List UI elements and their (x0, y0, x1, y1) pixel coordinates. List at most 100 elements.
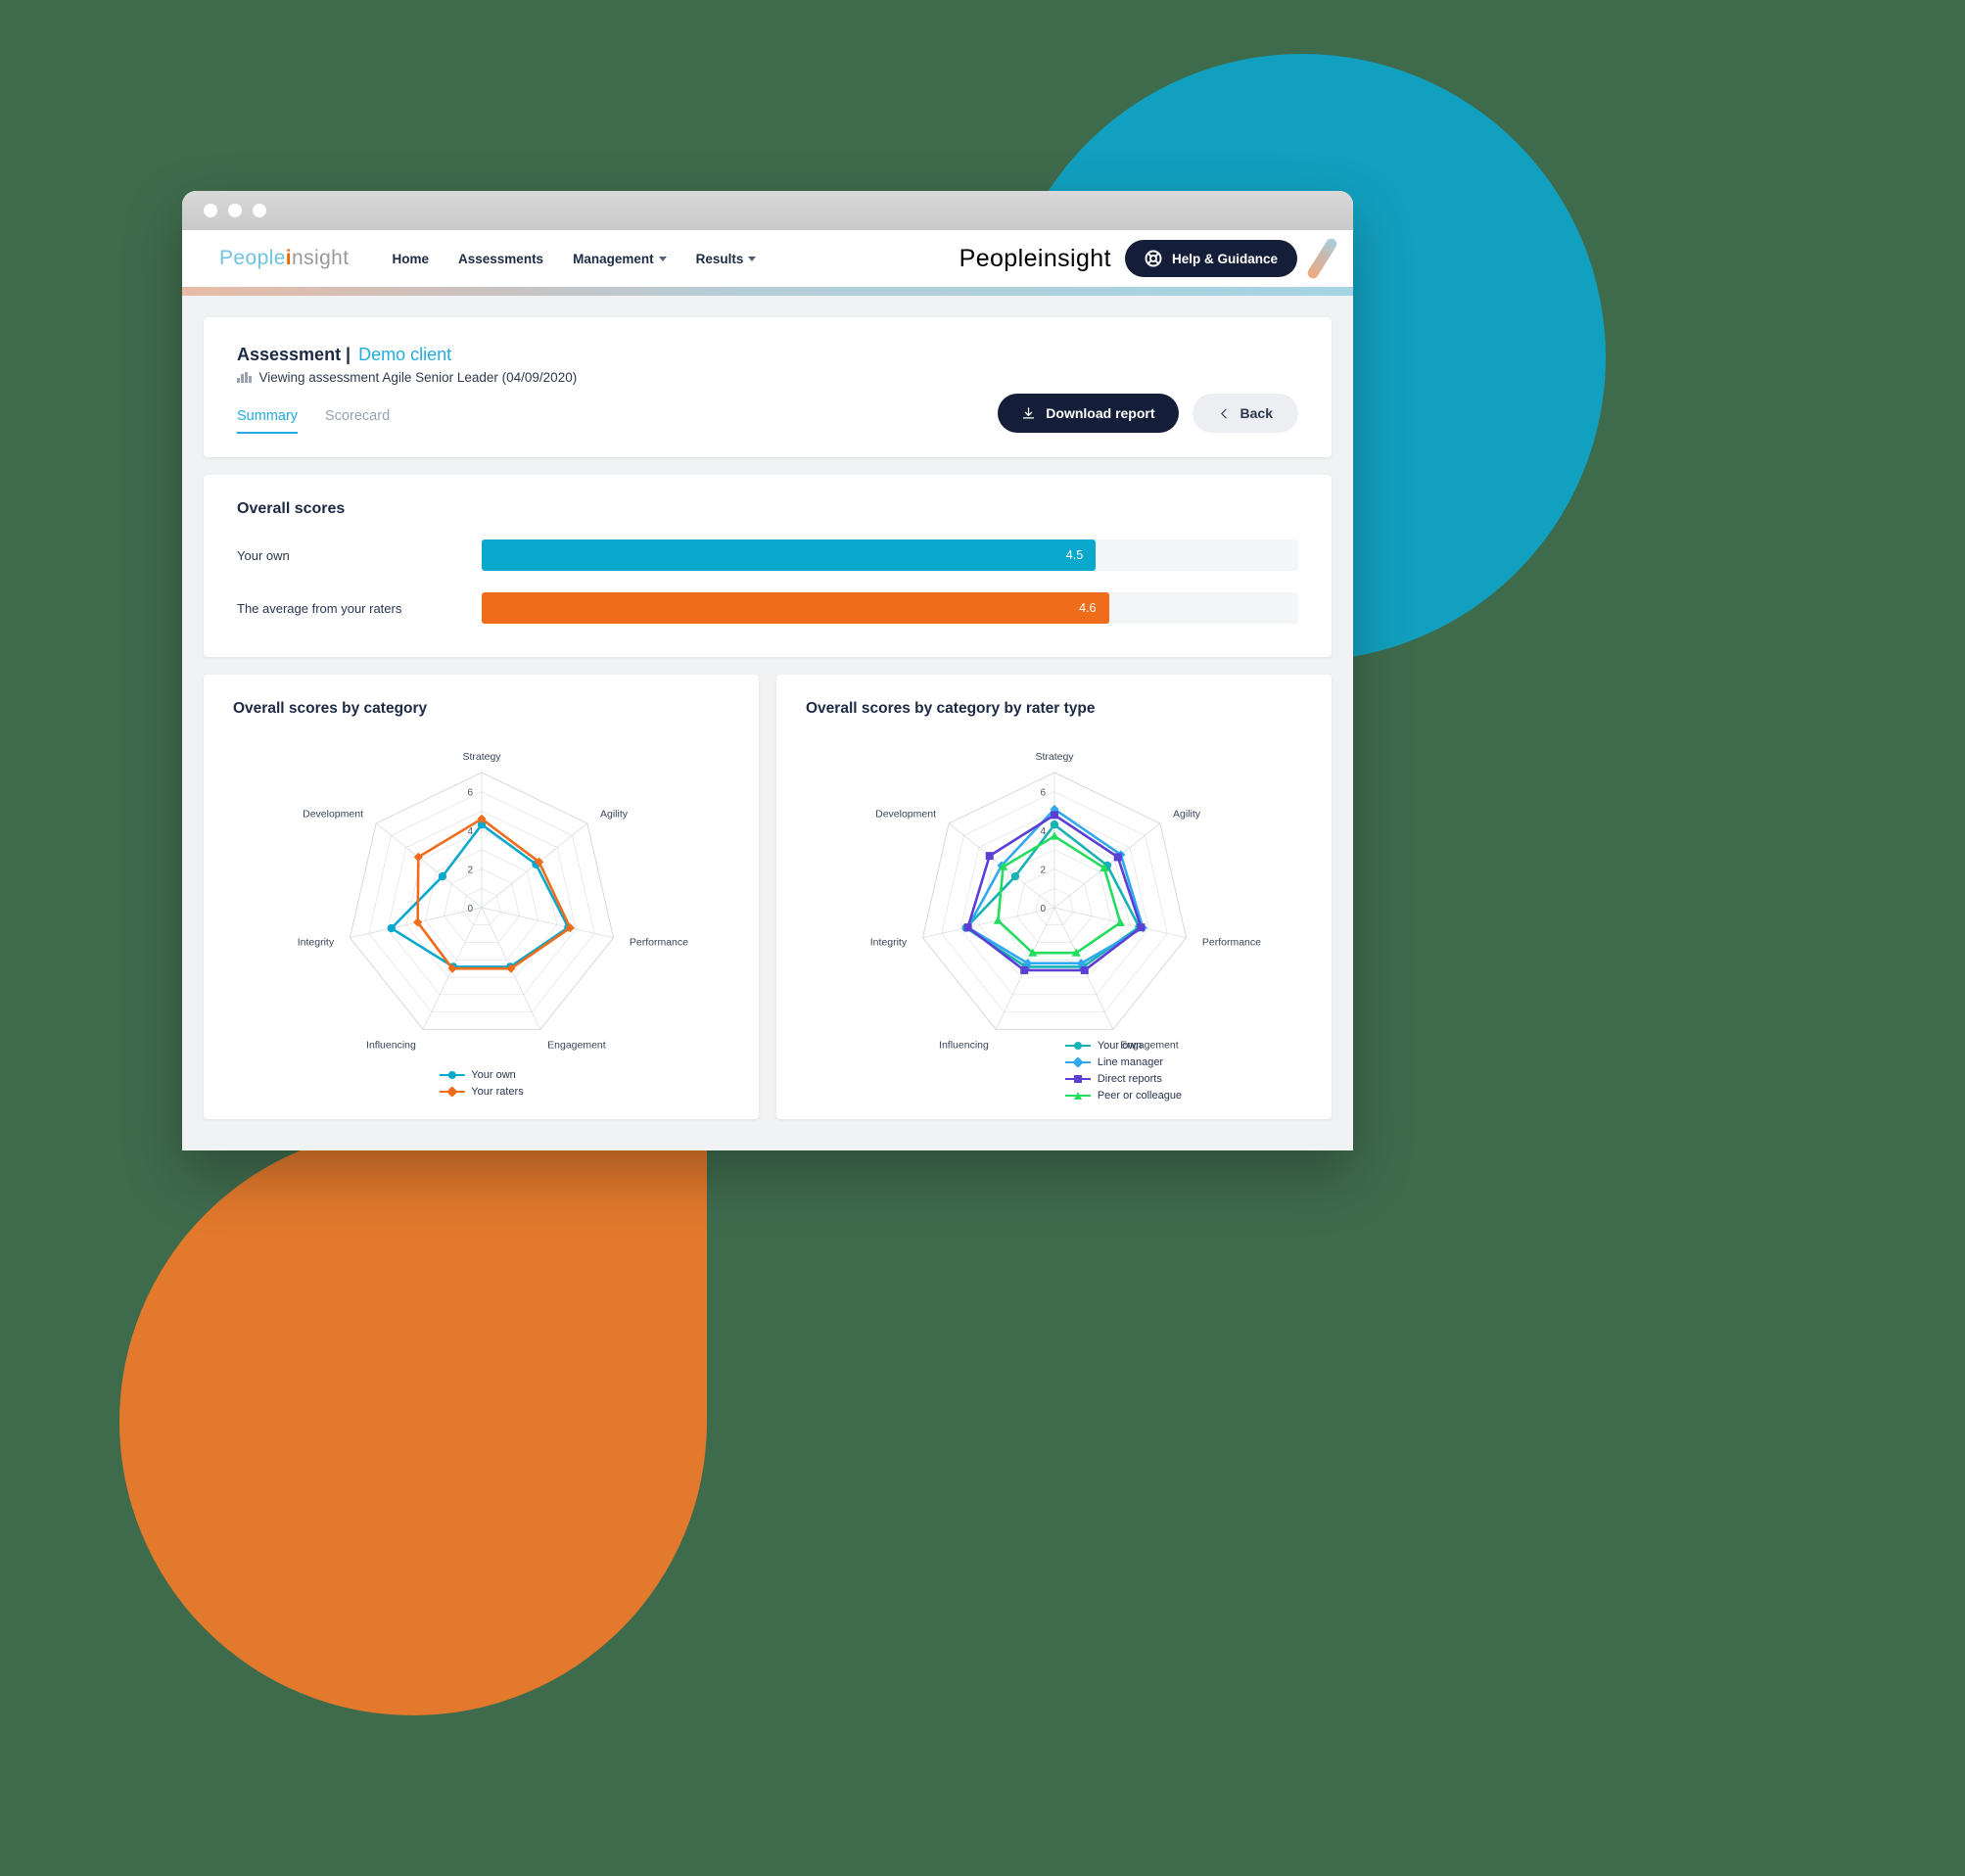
score-bar-fill-your-own: 4.5 (482, 539, 1097, 571)
legend-marker-icon (439, 1070, 465, 1080)
nav-item-assessments-label: Assessments (458, 251, 544, 266)
header-actions: Download report Back (998, 394, 1298, 433)
radar-axis-label: Strategy (462, 751, 501, 763)
score-value-your-own: 4.5 (1065, 548, 1084, 562)
radar-chart-canvas-by-category: 0 2 4 6 Strategy Agility Performance Engagement… (233, 722, 729, 1094)
chevron-down-icon (748, 256, 757, 261)
legend-item[interactable]: Your own (439, 1069, 516, 1081)
nav-item-results-label: Results (695, 251, 744, 266)
browser-titlebar (182, 191, 1353, 230)
score-value-raters-average: 4.6 (1079, 601, 1097, 615)
legend-marker-icon (1064, 1074, 1091, 1084)
back-button[interactable]: Back (1192, 394, 1298, 433)
score-row-raters-average: The average from your raters 4.6 (237, 592, 1298, 624)
nav-item-management[interactable]: Management (573, 252, 667, 266)
score-row-your-own: Your own 4.5 (237, 539, 1298, 571)
assessment-header-card: Assessment | Demo client Viewing assessm… (204, 317, 1332, 457)
radar-axis-label: Influencing (366, 1039, 416, 1051)
back-button-label: Back (1240, 405, 1273, 421)
radar-axis-label: Strategy (1035, 751, 1074, 763)
radar-tick-label: 6 (467, 788, 473, 799)
assessment-subtitle: Viewing assessment Agile Senior Leader (… (237, 370, 1298, 385)
legend-item[interactable]: Line manager (1064, 1056, 1164, 1068)
legend-item[interactable]: Your raters (439, 1086, 524, 1098)
lifebuoy-icon (1145, 250, 1162, 267)
legend-label: Your own (471, 1069, 516, 1081)
top-navigation-bar: Peopleinsight Home Assessments Managemen… (182, 230, 1353, 287)
bar-chart-icon (237, 372, 252, 383)
radar-axis-label: Integrity (297, 936, 334, 948)
radar-axis-label: Agility (1172, 809, 1200, 821)
radar-svg-by-category: 0246StrategyAgilityPerformanceEngagement… (297, 751, 687, 1051)
assessment-subtitle-text: Viewing assessment Agile Senior Leader (… (258, 370, 578, 385)
nav-right-group: Peopleinsight Help & Guidance (959, 236, 1353, 281)
score-bar-fill-raters-average: 4.6 (482, 592, 1109, 624)
download-report-button[interactable]: Download report (998, 394, 1179, 433)
legend-marker-icon (1064, 1091, 1091, 1101)
nav-links: Home Assessments Management Results (393, 252, 757, 266)
window-close-dot[interactable] (204, 204, 217, 217)
legend-label: Your own (1097, 1040, 1143, 1052)
radar-chart-card-by-category: Overall scores by category 0 2 4 6 Strategy A… (204, 675, 759, 1119)
radar-chart-title-by-rater-type: Overall scores by category by rater type (806, 700, 1096, 717)
score-bar-track-your-own: 4.5 (482, 539, 1298, 571)
pen-decoration-icon (1305, 236, 1339, 281)
score-label-your-own: Your own (237, 547, 290, 563)
radar-svg-by-rater-type: 0246StrategyAgilityPerformanceEngagement… (869, 751, 1260, 1051)
page-title: Assessment | Demo client (237, 345, 1298, 365)
legend-marker-icon (439, 1086, 465, 1098)
nav-item-assessments[interactable]: Assessments (458, 252, 543, 266)
download-report-label: Download report (1046, 405, 1155, 421)
legend-label: Direct reports (1097, 1073, 1162, 1085)
browser-window: Peopleinsight Home Assessments Managemen… (182, 191, 1353, 1150)
radar-chart-canvas-by-rater-type: 0 2 4 6 Strategy Agility Performance Engagement… (806, 722, 1302, 1094)
tab-scorecard[interactable]: Scorecard (325, 408, 390, 434)
page-content: Assessment | Demo client Viewing assessm… (182, 296, 1353, 1150)
nav-item-home-label: Home (392, 251, 430, 266)
window-maximize-dot[interactable] (253, 204, 266, 217)
download-icon (1023, 406, 1035, 418)
score-label-raters-average: The average from your raters (237, 600, 402, 616)
chevron-left-icon (1220, 408, 1227, 418)
brand-logo-secondary-people: People (959, 244, 1038, 272)
brand-logo[interactable]: Peopleinsight (219, 247, 350, 270)
radar-axis-label: Influencing (939, 1039, 989, 1051)
brand-logo-secondary: Peopleinsight (959, 245, 1111, 273)
tab-summary[interactable]: Summary (237, 408, 299, 434)
brand-logo-secondary-insight: nsight (1043, 244, 1111, 272)
score-bar-track-raters-average: 4.6 (482, 592, 1298, 624)
overall-scores-card: Overall scores Your own 4.5 The average … (204, 475, 1332, 657)
gradient-accent-strip (182, 287, 1353, 296)
overall-scores-title: Overall scores (237, 500, 346, 517)
legend-label: Your raters (471, 1086, 524, 1098)
help-and-guidance-label: Help & Guidance (1171, 251, 1278, 266)
radar-axis-label: Performance (1201, 936, 1260, 948)
radar-chart-card-by-rater-type: Overall scores by category by rater type… (776, 675, 1332, 1119)
legend-marker-icon (1064, 1041, 1091, 1051)
legend-item[interactable]: Peer or colleague (1064, 1090, 1182, 1102)
legend-item[interactable]: Your own (1064, 1040, 1143, 1052)
radar-axis-label: Engagement (547, 1039, 606, 1051)
radar-legend-by-rater-type: Your own Line manager Direct reports Peer o… (1064, 1040, 1182, 1102)
chevron-down-icon (658, 256, 667, 261)
radar-axis-label: Integrity (869, 936, 907, 948)
radar-tick-label: 0 (1040, 904, 1046, 915)
legend-label: Line manager (1097, 1056, 1164, 1068)
radar-tick-label: 2 (467, 866, 473, 876)
radar-axis-label: Agility (599, 809, 628, 821)
client-name-link[interactable]: Demo client (358, 345, 451, 365)
nav-item-results[interactable]: Results (696, 252, 757, 266)
charts-row: Overall scores by category 0 2 4 6 Strategy A… (204, 675, 1332, 1119)
radar-axis-label: Development (875, 809, 936, 821)
radar-chart-title-by-category: Overall scores by category (233, 700, 428, 717)
legend-item[interactable]: Direct reports (1064, 1073, 1162, 1085)
brand-logo-insight: nsight (292, 247, 350, 269)
legend-marker-icon (1064, 1056, 1091, 1068)
window-minimize-dot[interactable] (228, 204, 242, 217)
brand-logo-people: People (219, 247, 286, 269)
nav-item-home[interactable]: Home (393, 252, 430, 266)
radar-legend-by-category: Your own Your raters (439, 1069, 524, 1098)
help-and-guidance-button[interactable]: Help & Guidance (1124, 240, 1297, 277)
nav-item-management-label: Management (573, 251, 654, 266)
orange-shape-decoration (119, 1128, 707, 1715)
